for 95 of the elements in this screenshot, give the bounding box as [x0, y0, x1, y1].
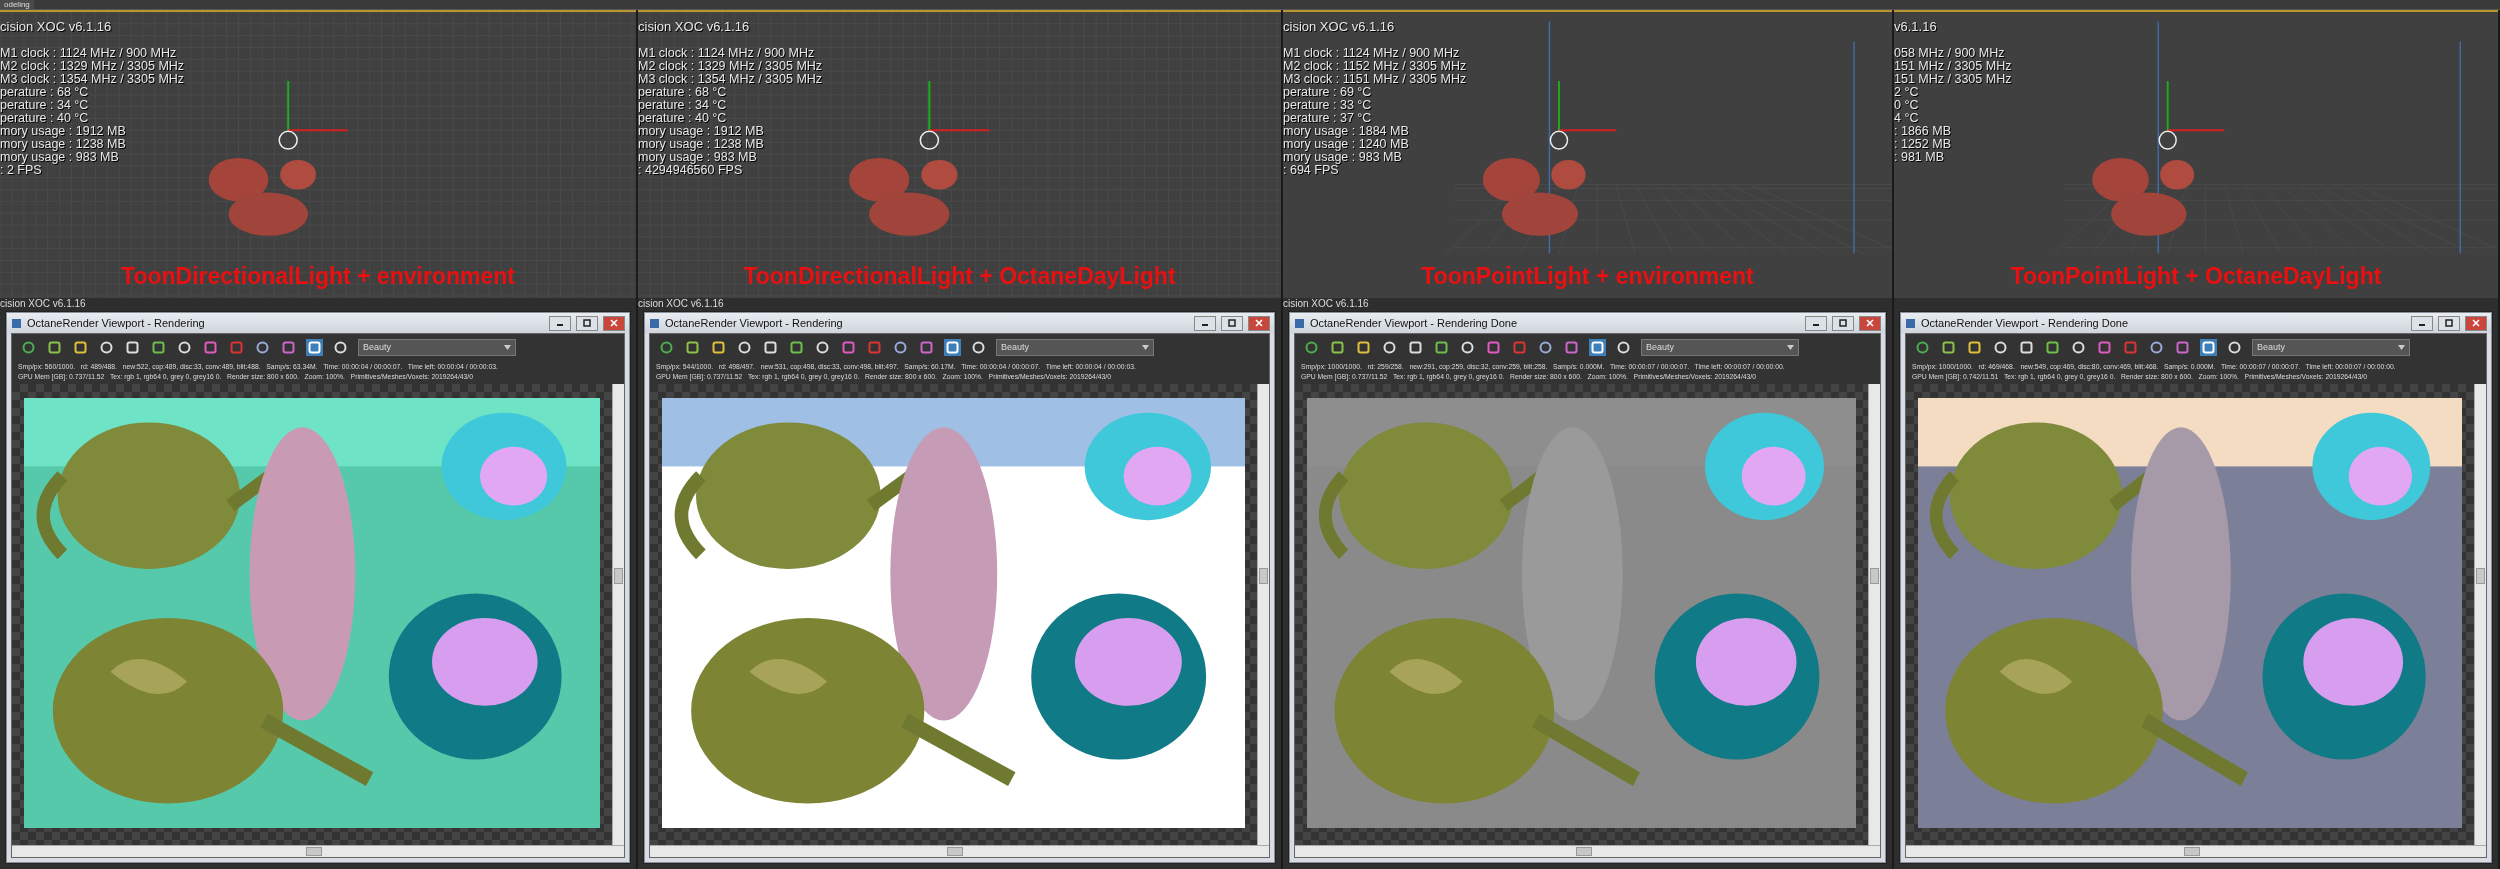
vertical-scrollbar[interactable] [1868, 384, 1880, 845]
osd-line: perature : 40 °C [638, 112, 727, 125]
osd-line: mory usage : 983 MB [638, 151, 757, 164]
pass-dropdown[interactable]: Beauty [996, 338, 1154, 356]
maximize-button[interactable] [2438, 315, 2460, 331]
osd-line: mory usage : 1238 MB [0, 138, 126, 151]
caret-icon [504, 344, 511, 350]
osd-line: M1 clock : 1124 MHz / 900 MHz [1283, 47, 1460, 60]
viewport-caption: ToonPointLight + environment [1421, 263, 1754, 289]
maximize-icon [1228, 319, 1236, 327]
maximize-icon [583, 319, 591, 327]
osd-line: mory usage : 1912 MB [638, 125, 764, 138]
minimize-button[interactable] [1194, 315, 1216, 331]
osd-title: cision XOC v6.1.16 [1283, 20, 1395, 33]
maximize-button[interactable] [576, 315, 598, 331]
close-button[interactable] [603, 315, 625, 331]
close-icon [610, 319, 618, 327]
close-icon [1255, 319, 1263, 327]
close-button[interactable] [1248, 315, 1270, 331]
minimize-button[interactable] [549, 315, 571, 331]
maximize-icon [1839, 319, 1847, 327]
vertical-scrollbar[interactable] [2474, 384, 2486, 845]
osd-line: : 694 FPS [1283, 164, 1339, 177]
window-title: OctaneRender Viewport - Rendering Done [1921, 317, 2130, 329]
osd-title: cision XOC v6.1.16 [638, 20, 750, 33]
osd-line: 058 MHz / 900 MHz [1894, 47, 2005, 60]
osd-line: perature : 40 °C [0, 112, 89, 125]
osd-line: M2 clock : 1329 MHz / 3305 MHz [0, 60, 185, 73]
horizontal-scrollbar[interactable] [1906, 845, 2486, 857]
osd-line: : 1252 MB [1894, 138, 1951, 151]
osd-line: : 2 FPS [0, 164, 42, 177]
osd-line: mory usage : 1884 MB [1283, 125, 1409, 138]
app-icon [1905, 317, 1916, 329]
app-icon [11, 317, 22, 329]
osd-line: perature : 69 °C [1283, 86, 1372, 99]
osd-line: perature : 34 °C [0, 99, 89, 112]
window-title: OctaneRender Viewport - Rendering [27, 317, 206, 329]
osd-line: mory usage : 1912 MB [0, 125, 126, 138]
viewport-caption: ToonDirectionalLight + environment [121, 263, 515, 289]
app-icon [649, 317, 660, 329]
maximize-icon [2445, 319, 2453, 327]
horizontal-scrollbar[interactable] [12, 845, 624, 857]
osd-title: cision XOC v6.1.16 [0, 298, 86, 310]
osd-line: perature : 68 °C [638, 86, 727, 99]
close-button[interactable] [1859, 315, 1881, 331]
osd-line: perature : 33 °C [1283, 99, 1372, 112]
window-title: OctaneRender Viewport - Rendering Done [1310, 317, 1519, 329]
maximize-button[interactable] [1832, 315, 1854, 331]
osd-line: mory usage : 1240 MB [1283, 138, 1409, 151]
close-button[interactable] [2465, 315, 2487, 331]
osd-line: perature : 34 °C [638, 99, 727, 112]
osd-line: M1 clock : 1124 MHz / 900 MHz [0, 47, 177, 60]
horizontal-scrollbar[interactable] [1295, 845, 1880, 857]
app-icon [1294, 317, 1305, 329]
osd-line: mory usage : 1238 MB [638, 138, 764, 151]
pass-dropdown[interactable]: Beauty [2252, 338, 2410, 356]
vertical-scrollbar[interactable] [1257, 384, 1269, 845]
minimize-button[interactable] [1805, 315, 1827, 331]
osd-title: cision XOC v6.1.16 [1283, 298, 1369, 310]
maximize-button[interactable] [1221, 315, 1243, 331]
osd-title: cision XOC v6.1.16 [0, 20, 112, 33]
osd-line: mory usage : 983 MB [0, 151, 119, 164]
osd-line: M3 clock : 1354 MHz / 3305 MHz [638, 73, 823, 86]
osd-line: 0 °C [1894, 99, 1919, 112]
caret-icon [2398, 344, 2405, 350]
window-title: OctaneRender Viewport - Rendering [665, 317, 844, 329]
osd-line: 2 °C [1894, 86, 1919, 99]
minimize-button[interactable] [2411, 315, 2433, 331]
osd-line: M3 clock : 1151 MHz / 3305 MHz [1283, 73, 1467, 86]
mode-tab[interactable]: odeling [0, 0, 34, 9]
pass-dropdown[interactable]: Beauty [358, 338, 516, 356]
osd-line: M3 clock : 1354 MHz / 3305 MHz [0, 73, 185, 86]
osd-line: 4 °C [1894, 112, 1919, 125]
osd-line: M2 clock : 1152 MHz / 3305 MHz [1283, 60, 1467, 73]
caret-icon [1787, 344, 1794, 350]
osd-line: 151 MHz / 3305 MHz [1894, 73, 2012, 86]
osd-title: cision XOC v6.1.16 [638, 298, 724, 310]
viewport-caption: ToonPointLight + OctaneDayLight [2010, 263, 2382, 289]
osd-line: : 1866 MB [1894, 125, 1951, 138]
close-icon [1866, 319, 1874, 327]
osd-line: M2 clock : 1329 MHz / 3305 MHz [638, 60, 823, 73]
close-icon [2472, 319, 2480, 327]
horizontal-scrollbar[interactable] [650, 845, 1269, 857]
pass-dropdown[interactable]: Beauty [1641, 338, 1799, 356]
osd-line: : 981 MB [1894, 151, 1945, 164]
osd-line: perature : 37 °C [1283, 112, 1372, 125]
osd-title: v6.1.16 [1894, 20, 1937, 33]
vertical-scrollbar[interactable] [612, 384, 624, 845]
viewport-caption: ToonDirectionalLight + OctaneDayLight [743, 263, 1176, 289]
osd-line: : 4294946560 FPS [638, 164, 743, 177]
osd-line: perature : 68 °C [0, 86, 89, 99]
caret-icon [1142, 344, 1149, 350]
osd-line: M1 clock : 1124 MHz / 900 MHz [638, 47, 815, 60]
osd-line: 151 MHz / 3305 MHz [1894, 60, 2012, 73]
osd-line: mory usage : 983 MB [1283, 151, 1402, 164]
